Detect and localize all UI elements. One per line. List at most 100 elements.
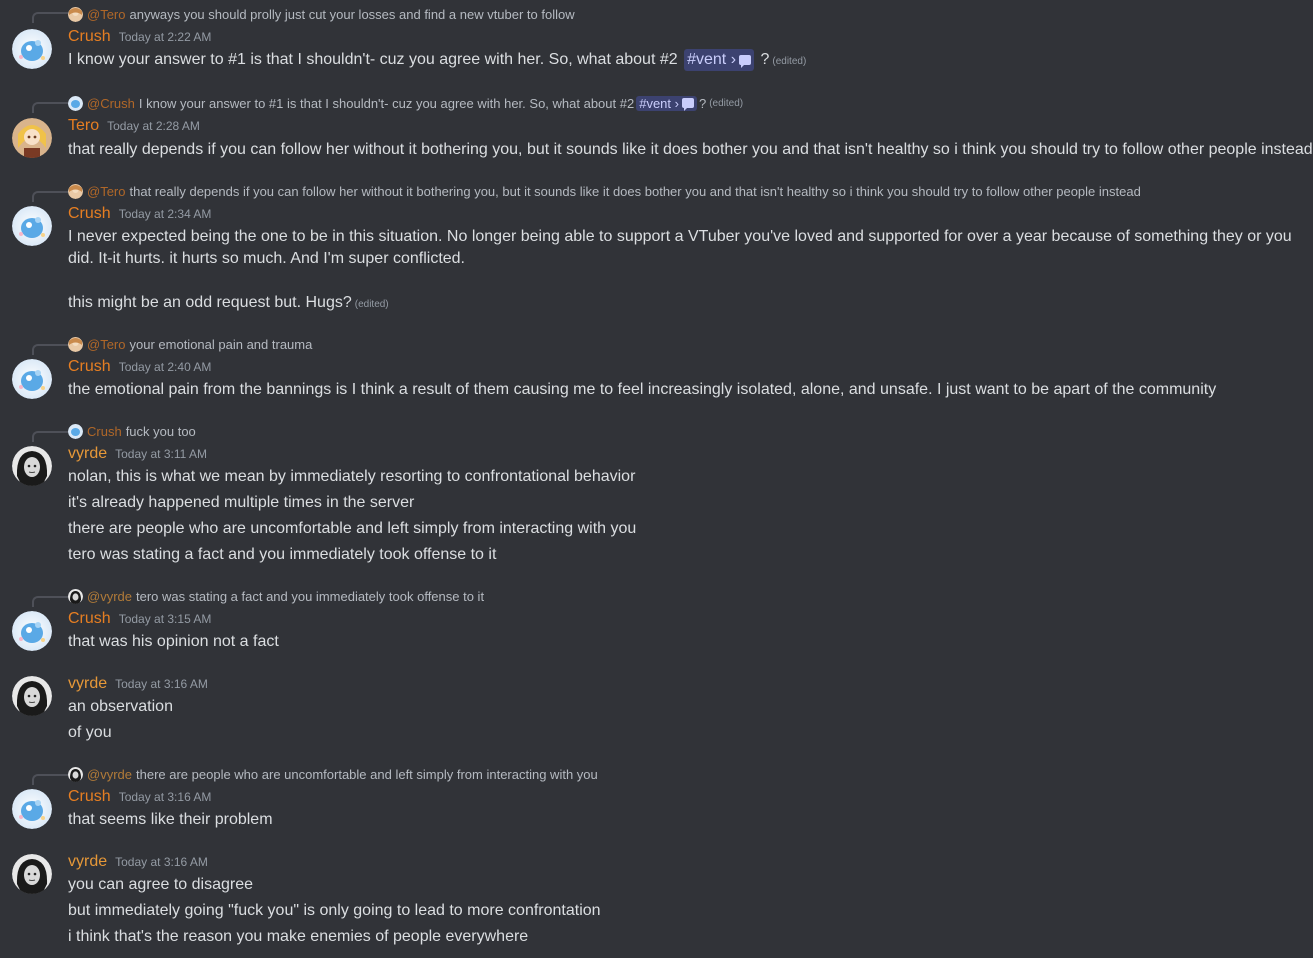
message-header: Crush Today at 2:40 AM xyxy=(68,358,211,380)
reply-preview[interactable]: @Tero that really depends if you can fol… xyxy=(68,182,1141,200)
username[interactable]: Crush xyxy=(68,28,111,46)
timestamp[interactable]: Today at 2:22 AM xyxy=(119,30,212,44)
chevron-right-icon: › xyxy=(674,95,679,111)
message-header: vyrde Today at 3:11 AM xyxy=(68,445,207,467)
message-text: it's already happened multiple times in … xyxy=(68,494,415,511)
reply-spine xyxy=(32,344,68,355)
reply-author[interactable]: @vyrde xyxy=(87,589,132,604)
crush-avatar[interactable] xyxy=(12,359,52,399)
username[interactable]: vyrde xyxy=(68,853,107,871)
message-text: that really depends if you can follow he… xyxy=(68,141,1313,158)
message-header: vyrde Today at 3:16 AM xyxy=(68,853,208,875)
tero-mini-avatar xyxy=(68,6,83,22)
crush-avatar[interactable] xyxy=(12,789,52,829)
reply-text: that really depends if you can follow he… xyxy=(129,183,1141,199)
message-text: there are people who are uncomfortable a… xyxy=(68,520,637,537)
message-text: the emotional pain from the bannings is … xyxy=(68,381,1217,398)
edited-label: (edited) xyxy=(354,299,389,310)
message-text: ? xyxy=(760,51,770,68)
timestamp[interactable]: Today at 3:16 AM xyxy=(115,855,208,869)
tero-avatar[interactable] xyxy=(12,118,52,158)
username[interactable]: vyrde xyxy=(68,675,107,693)
reply-text: I know your answer to #1 is that I shoul… xyxy=(138,95,635,111)
reply-spine xyxy=(32,102,68,113)
timestamp[interactable]: Today at 2:28 AM xyxy=(107,119,200,133)
channel-name: vent xyxy=(695,51,727,68)
message-header: Crush Today at 2:34 AM xyxy=(68,205,211,227)
message-text: tero was stating a fact and you immediat… xyxy=(68,546,497,563)
reply-preview[interactable]: @Tero your emotional pain and trauma xyxy=(68,335,312,353)
hash-icon: # xyxy=(639,95,647,111)
reply-author[interactable]: @Tero xyxy=(87,7,126,22)
reply-preview[interactable]: @vyrde there are people who are uncomfor… xyxy=(68,765,598,783)
tero-mini-avatar xyxy=(68,336,83,352)
message-text: this might be an odd request but. Hugs? xyxy=(68,294,352,311)
reply-preview[interactable]: @vyrde tero was stating a fact and you i… xyxy=(68,587,484,605)
reply-text: fuck you too xyxy=(125,423,196,439)
message-header: Crush Today at 3:15 AM xyxy=(68,610,211,632)
channel-name: vent xyxy=(646,95,672,111)
vyrde-avatar[interactable] xyxy=(12,676,52,716)
message-text: of you xyxy=(68,724,112,741)
timestamp[interactable]: Today at 3:16 AM xyxy=(119,790,212,804)
tero-mini-avatar xyxy=(68,183,83,199)
vyrde-avatar[interactable] xyxy=(12,854,52,894)
crush-mini-avatar xyxy=(68,423,83,439)
reply-preview[interactable]: @Crush I know your answer to #1 is that … xyxy=(68,94,743,112)
username[interactable]: Crush xyxy=(68,358,111,376)
vyrde-avatar[interactable] xyxy=(12,446,52,486)
message-header: Crush Today at 2:22 AM xyxy=(68,28,211,50)
message-text: you can agree to disagree xyxy=(68,876,254,893)
timestamp[interactable]: Today at 3:11 AM xyxy=(115,447,207,461)
reply-author[interactable]: @Tero xyxy=(87,337,126,352)
timestamp[interactable]: Today at 3:16 AM xyxy=(115,677,208,691)
reply-spine xyxy=(32,774,68,785)
reply-preview[interactable]: Crush fuck you too xyxy=(68,422,196,440)
message-text: I know your answer to #1 is that I shoul… xyxy=(68,51,678,68)
channel-mention[interactable]: # vent › xyxy=(684,49,755,71)
hash-icon: # xyxy=(687,51,696,68)
reply-spine xyxy=(32,431,68,442)
message-content: I know your answer to #1 is that I shoul… xyxy=(68,49,806,73)
reply-text: tero was stating a fact and you immediat… xyxy=(136,588,485,604)
crush-avatar[interactable] xyxy=(12,611,52,651)
reply-spine xyxy=(32,191,68,202)
crush-avatar[interactable] xyxy=(12,206,52,246)
username[interactable]: Crush xyxy=(68,205,111,223)
vyrde-mini-avatar xyxy=(68,588,83,604)
edited-label: (edited) xyxy=(709,97,744,109)
message-content: this might be an odd request but. Hugs?(… xyxy=(68,292,389,316)
reply-text: anyways you should prolly just cut your … xyxy=(129,6,575,22)
timestamp[interactable]: Today at 2:34 AM xyxy=(119,207,212,221)
message-text: that seems like their problem xyxy=(68,811,273,828)
reply-text: your emotional pain and trauma xyxy=(129,336,313,352)
timestamp[interactable]: Today at 3:15 AM xyxy=(119,612,212,626)
reply-spine xyxy=(32,596,68,607)
message-text: i think that's the reason you make enemi… xyxy=(68,928,529,945)
username[interactable]: Tero xyxy=(68,117,99,135)
chevron-right-icon: › xyxy=(730,51,737,68)
reply-author[interactable]: Crush xyxy=(87,424,122,439)
message-text: an observation xyxy=(68,698,173,715)
reply-author[interactable]: @Crush xyxy=(87,96,135,111)
crush-mini-avatar xyxy=(68,95,83,111)
message-header: Tero Today at 2:28 AM xyxy=(68,117,200,139)
edited-label: (edited) xyxy=(772,56,807,67)
crush-avatar[interactable] xyxy=(12,29,52,69)
username[interactable]: Crush xyxy=(68,788,111,806)
reply-spine xyxy=(32,12,68,23)
speech-bubble-icon xyxy=(739,55,752,68)
speech-bubble-icon xyxy=(681,98,694,111)
username[interactable]: Crush xyxy=(68,610,111,628)
message-header: vyrde Today at 3:16 AM xyxy=(68,675,208,697)
reply-author[interactable]: @vyrde xyxy=(87,767,132,782)
username[interactable]: vyrde xyxy=(68,445,107,463)
message-text: nolan, this is what we mean by immediate… xyxy=(68,468,636,485)
channel-mention[interactable]: # vent › xyxy=(636,95,697,111)
message-header: Crush Today at 3:16 AM xyxy=(68,788,211,810)
message-text: that was his opinion not a fact xyxy=(68,633,279,650)
reply-text: ? xyxy=(698,95,707,111)
timestamp[interactable]: Today at 2:40 AM xyxy=(119,360,212,374)
reply-preview[interactable]: @Tero anyways you should prolly just cut… xyxy=(68,5,575,23)
reply-author[interactable]: @Tero xyxy=(87,184,126,199)
